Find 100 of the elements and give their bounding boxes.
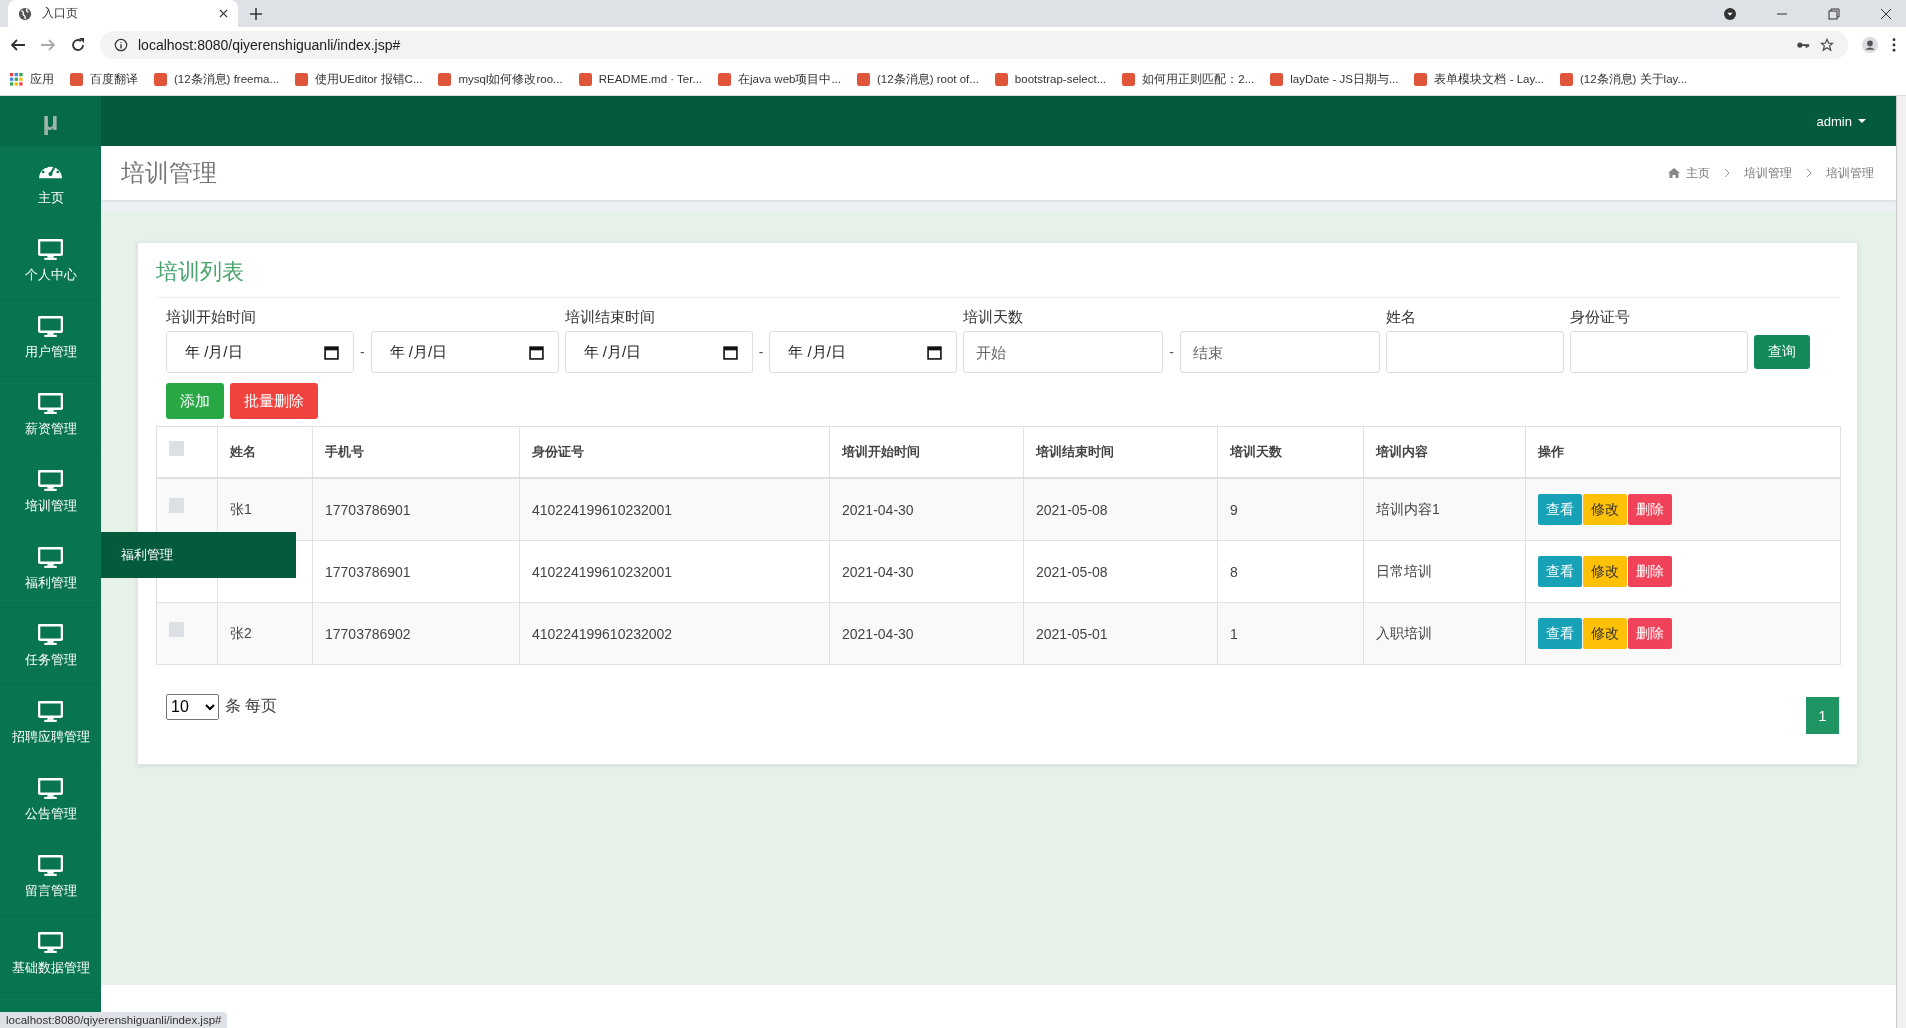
globe-icon [18, 6, 32, 21]
bookmark[interactable]: 在java web项目中... [718, 71, 841, 87]
calendar-icon[interactable] [722, 344, 738, 360]
bookmark[interactable]: mysql如何修改roo... [438, 71, 563, 87]
delete-button[interactable]: 删除 [1628, 494, 1672, 525]
breadcrumb-link[interactable]: 培训管理 [1826, 164, 1874, 182]
monitor-icon [38, 546, 63, 568]
edit-button[interactable]: 修改 [1583, 618, 1627, 649]
checkbox[interactable] [169, 498, 184, 514]
browser-tab[interactable]: 入口页 [8, 0, 238, 27]
bookmark-favicon-icon [578, 72, 592, 86]
column-header: 身份证号 [532, 444, 584, 459]
date-field[interactable]: 年 /月/日 [564, 331, 753, 373]
monitor-icon [38, 623, 63, 645]
column-header: 培训内容 [1376, 444, 1428, 459]
table-cell: 2021-05-08 [1036, 563, 1108, 580]
bookmark[interactable]: 使用UEditor 报错C... [295, 71, 423, 87]
table-cell: 2021-04-30 [842, 563, 914, 580]
star-icon[interactable] [1820, 38, 1834, 52]
delete-button[interactable]: 删除 [1628, 556, 1672, 587]
bookmark-favicon-icon [70, 72, 83, 86]
menu-icon[interactable] [1892, 38, 1896, 52]
table-cell: 1 [1230, 625, 1238, 642]
close-icon[interactable] [1880, 7, 1892, 20]
card-title: 培训列表 [156, 257, 1839, 298]
bookmark-favicon-icon [994, 72, 1008, 86]
monitor-icon [38, 315, 63, 337]
bookmark[interactable]: (12条消息) root of... [857, 71, 979, 87]
edit-button[interactable]: 修改 [1583, 494, 1627, 525]
new-tab-icon[interactable] [250, 7, 262, 20]
table-cell: 入职培训 [1376, 624, 1432, 641]
profile-dropdown-icon[interactable] [1724, 7, 1736, 20]
monitor-icon [38, 238, 63, 260]
table-cell: 8 [1230, 563, 1238, 580]
monitor-icon [38, 469, 63, 491]
monitor-icon [38, 931, 63, 953]
column-header: 培训结束时间 [1036, 444, 1114, 459]
monitor-icon [38, 700, 63, 722]
bookmark-favicon-icon [154, 72, 167, 86]
table-cell: 2021-05-01 [1036, 625, 1108, 642]
bookmark[interactable]: 应用 [10, 71, 54, 87]
page-title: 培训管理 [121, 158, 217, 188]
profile-icon[interactable] [1862, 37, 1878, 53]
checkbox[interactable] [169, 440, 184, 456]
breadcrumb-link[interactable]: 培训管理 [1744, 164, 1792, 182]
info-icon [114, 38, 128, 52]
input-field[interactable]: 开始 [963, 331, 1164, 373]
bookmark[interactable]: 如何用正则匹配：2... [1122, 71, 1255, 87]
page-size-label: 条 每页 [225, 696, 278, 716]
address-bar[interactable]: localhost:8080/qiyerenshiguanli/index.jsp# [100, 31, 1848, 59]
reload-icon[interactable] [70, 37, 86, 53]
table-cell: 17703786901 [325, 563, 411, 580]
restore-icon[interactable] [1828, 7, 1840, 20]
back-icon[interactable] [10, 37, 26, 53]
bookmark[interactable]: README.md · Ter... [578, 72, 703, 86]
table-cell: 培训内容1 [1376, 500, 1440, 517]
breadcrumb-link[interactable]: 主页 [1686, 164, 1710, 182]
bookmark[interactable]: 百度翻译 [70, 71, 138, 87]
bookmark[interactable]: 表单模块文档 - Lay... [1414, 71, 1544, 87]
calendar-icon[interactable] [927, 344, 943, 360]
batch-delete-button[interactable]: 批量删除 [230, 383, 318, 419]
input-field[interactable]: 结束 [1180, 331, 1380, 373]
bookmark[interactable]: bootstrap-select... [994, 72, 1107, 86]
calendar-icon[interactable] [324, 344, 339, 360]
calendar-icon[interactable] [528, 344, 544, 360]
bookmark-favicon-icon [438, 72, 452, 86]
edit-button[interactable]: 修改 [1583, 556, 1627, 587]
sidebar-tooltip: 福利管理 [101, 532, 296, 578]
monitor-icon [38, 392, 63, 414]
filter-label: 培训天数 [963, 308, 1025, 327]
delete-button[interactable]: 删除 [1628, 618, 1672, 649]
filter-label: 培训结束时间 [564, 308, 656, 327]
table-cell: 410224199610232001 [532, 563, 673, 580]
bookmark-favicon-icon [1122, 72, 1136, 86]
filter-label: 身份证号 [1570, 308, 1631, 327]
checkbox[interactable] [169, 622, 184, 638]
date-field[interactable]: 年 /月/日 [769, 331, 958, 373]
bookmark[interactable]: layDate - JS日期与... [1270, 71, 1399, 87]
tab-title: 入口页 [42, 5, 79, 22]
chevron-icon [1806, 168, 1812, 178]
bookmark[interactable]: (12条消息) freema... [154, 71, 280, 87]
bookmark-favicon-icon [1414, 72, 1428, 86]
bookmark[interactable]: (12条消息) 关于lay... [1559, 71, 1688, 87]
table-cell: 410224199610232002 [532, 625, 673, 642]
date-field[interactable]: 年 /月/日 [370, 331, 559, 373]
scrollbar[interactable] [1896, 96, 1906, 1028]
page-button[interactable]: 1 [1806, 697, 1839, 734]
close-icon[interactable] [219, 9, 228, 18]
monitor-icon [38, 777, 63, 799]
date-field[interactable]: 年 /月/日 [166, 331, 354, 373]
logo: μ [0, 96, 101, 146]
table-cell: 日常培训 [1376, 562, 1432, 579]
search-button[interactable]: 查询 [1754, 335, 1810, 369]
input-field[interactable] [1386, 331, 1564, 373]
chevron-icon [1724, 168, 1730, 178]
user-menu[interactable]: admin [1816, 113, 1866, 129]
input-field[interactable] [1570, 331, 1748, 373]
table-cell: 17703786901 [325, 501, 411, 518]
page-size-select[interactable]: 10 [166, 693, 219, 720]
table-cell: 张1 [230, 500, 252, 517]
